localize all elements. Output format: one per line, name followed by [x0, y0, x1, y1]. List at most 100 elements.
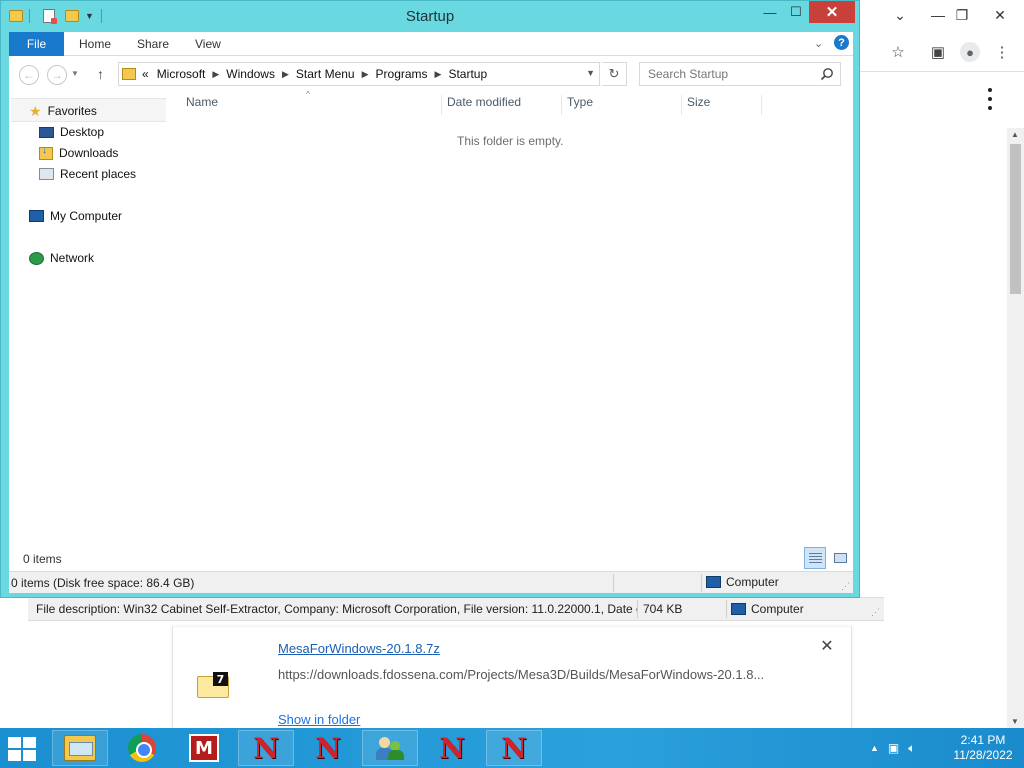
forward-icon[interactable]: →: [47, 65, 67, 85]
chrome-icon: [128, 734, 156, 762]
computer-icon: [731, 603, 746, 615]
empty-folder-message: This folder is empty.: [457, 134, 564, 148]
network-tray-icon[interactable]: ▣: [888, 741, 899, 755]
file-size: 704 KB: [643, 602, 683, 616]
close-icon[interactable]: ✕: [819, 639, 835, 655]
details-view-icon: [808, 553, 822, 563]
column-size[interactable]: Size: [687, 95, 761, 115]
recent-places-icon: [39, 168, 54, 180]
bookmark-star-icon[interactable]: ☆: [886, 40, 910, 64]
computer-icon: [706, 576, 721, 588]
explorer-titlebar[interactable]: ▼ Startup — ☐ ✕: [1, 1, 859, 31]
taskbar-chrome[interactable]: [114, 730, 170, 766]
chevron-right-icon[interactable]: ▶: [362, 69, 369, 80]
search-icon[interactable]: [820, 67, 834, 81]
download-shelf-item: 7 MesaForWindows-20.1.8.7z https://downl…: [172, 627, 852, 728]
nav-favorites[interactable]: ★ Favorites: [29, 104, 97, 118]
explorer-window: ▼ Startup — ☐ ✕ File Home Share View ⌄ ?…: [0, 0, 860, 598]
chrome-tab-search-icon[interactable]: ⌄: [884, 0, 916, 30]
breadcrumb-windows[interactable]: Windows: [226, 67, 275, 81]
scroll-up-icon[interactable]: ▲: [1011, 130, 1019, 139]
item-count: 0 items: [23, 552, 62, 566]
download-url: https://downloads.fdossena.com/Projects/…: [278, 667, 765, 682]
start-button[interactable]: [8, 737, 38, 761]
breadcrumb-programs[interactable]: Programs: [376, 67, 428, 81]
side-panel-icon[interactable]: ▣: [926, 40, 950, 64]
n-app-icon: N: [439, 731, 465, 765]
explorer-body: File Home Share View ⌄ ? ← → ▼ ↑ « Micro…: [9, 32, 853, 593]
taskbar-app-n-3[interactable]: N: [424, 730, 480, 766]
show-hidden-icons-icon[interactable]: ▲: [870, 743, 879, 753]
system-tray: ▲ ▣ 🔈︎: [870, 728, 915, 768]
network-icon: [29, 251, 44, 265]
chrome-toolbar: ☆ ▣ ● ⋮: [856, 32, 1024, 72]
chrome-titlebar: ⌄ — ❐ ✕: [856, 0, 1024, 32]
taskbar-app-n-2[interactable]: N: [300, 730, 356, 766]
up-icon[interactable]: ↑: [97, 66, 104, 82]
maximize-button[interactable]: ☐: [783, 1, 809, 23]
breadcrumb-start-menu[interactable]: Start Menu: [296, 67, 355, 81]
show-in-folder-link[interactable]: Show in folder: [278, 712, 360, 727]
chrome-menu-icon[interactable]: ⋮: [990, 40, 1014, 64]
n-app-icon: N: [315, 731, 341, 765]
minimize-button[interactable]: —: [757, 1, 783, 23]
page-scrollbar[interactable]: ▲ ▼: [1007, 128, 1024, 728]
taskbar-malwarebytes[interactable]: M: [176, 730, 232, 766]
taskbar-app-n-4[interactable]: N: [486, 730, 542, 766]
column-date-modified[interactable]: Date modified: [447, 95, 561, 115]
search-box[interactable]: [639, 62, 841, 86]
malwarebytes-icon: M: [189, 734, 219, 762]
clock-time: 2:41 PM: [960, 733, 1006, 747]
nav-recent-places[interactable]: Recent places: [39, 167, 136, 181]
profile-avatar[interactable]: ●: [958, 40, 982, 64]
search-input[interactable]: [640, 63, 815, 85]
taskbar-app-n-1[interactable]: N: [238, 730, 294, 766]
scroll-down-icon[interactable]: ▼: [1011, 717, 1019, 726]
tab-home[interactable]: Home: [79, 32, 111, 56]
file-explorer-icon: [64, 735, 96, 761]
n-app-icon: N: [501, 731, 527, 765]
details-view-button[interactable]: [804, 547, 826, 569]
column-type[interactable]: Type: [567, 95, 681, 115]
close-button[interactable]: ✕: [809, 1, 855, 23]
status-text: 0 items (Disk free space: 86.4 GB): [11, 576, 195, 590]
nav-network[interactable]: Network: [29, 251, 94, 265]
column-name[interactable]: Name: [186, 95, 441, 115]
address-bar[interactable]: « Microsoft ▶ Windows ▶ Start Menu ▶ Pro…: [118, 62, 600, 86]
folder-icon: [122, 68, 136, 80]
chrome-close-button[interactable]: ✕: [984, 0, 1016, 30]
page-menu-icon[interactable]: [984, 88, 996, 110]
chrome-restore-button[interactable]: ❐: [946, 0, 978, 30]
resize-grip-icon[interactable]: ⋰: [841, 581, 850, 592]
breadcrumb-startup[interactable]: Startup: [448, 67, 487, 81]
recent-locations-icon[interactable]: ▼: [71, 69, 79, 78]
address-dropdown-icon[interactable]: ▼: [586, 68, 595, 78]
expand-ribbon-icon[interactable]: ⌄: [814, 37, 823, 50]
star-icon: ★: [29, 103, 42, 119]
tab-share[interactable]: Share: [137, 32, 169, 56]
resize-grip-icon[interactable]: ⋰: [871, 607, 880, 618]
chevron-right-icon[interactable]: ▶: [212, 69, 219, 80]
tab-file[interactable]: File: [9, 32, 64, 56]
volume-icon[interactable]: 🔈︎: [908, 741, 915, 756]
breadcrumb-microsoft[interactable]: Microsoft: [157, 67, 206, 81]
scrollbar-thumb[interactable]: [1010, 144, 1021, 294]
refresh-icon[interactable]: ↻: [602, 62, 627, 86]
download-filename-link[interactable]: MesaForWindows-20.1.8.7z: [278, 641, 440, 656]
taskbar-file-explorer[interactable]: [52, 730, 108, 766]
breadcrumb-overflow[interactable]: «: [142, 67, 149, 81]
tab-view[interactable]: View: [195, 32, 221, 56]
file-description: File description: Win32 Cabinet Self-Ext…: [36, 602, 637, 616]
back-icon[interactable]: ←: [19, 65, 39, 85]
nav-my-computer[interactable]: My Computer: [29, 209, 122, 223]
archive-file-icon: 7: [197, 672, 229, 698]
desktop-icon: [39, 126, 54, 138]
nav-downloads[interactable]: Downloads: [39, 145, 118, 160]
help-icon[interactable]: ?: [834, 35, 849, 50]
nav-desktop[interactable]: Desktop: [39, 125, 104, 139]
clock[interactable]: 2:41 PM 11/28/2022: [948, 733, 1018, 763]
large-icons-view-button[interactable]: [829, 547, 851, 569]
taskbar-people-app[interactable]: [362, 730, 418, 766]
chevron-right-icon[interactable]: ▶: [282, 69, 289, 80]
chevron-right-icon[interactable]: ▶: [435, 69, 442, 80]
